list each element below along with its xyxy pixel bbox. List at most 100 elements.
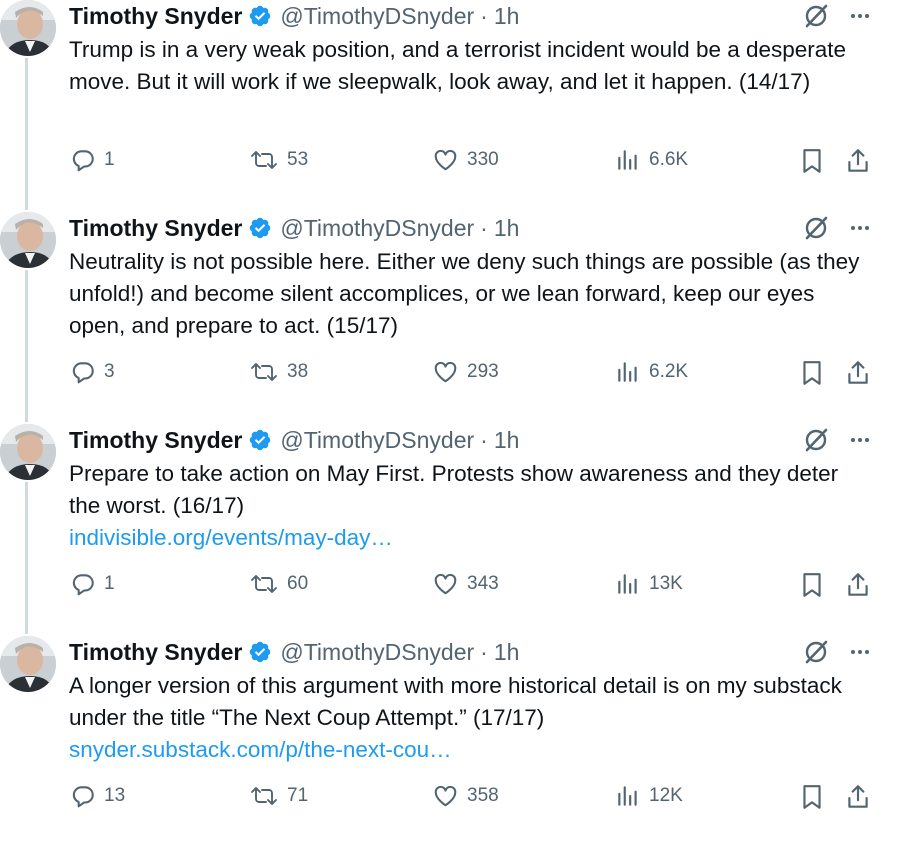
timestamp[interactable]: 1h — [494, 215, 520, 242]
avatar-photo — [0, 0, 56, 56]
grok-icon[interactable] — [802, 2, 830, 30]
views-button[interactable]: 12K — [615, 783, 683, 809]
more-icon[interactable] — [848, 216, 872, 240]
repost-count: 38 — [287, 361, 309, 382]
timestamp[interactable]: 1h — [494, 3, 520, 30]
reply-icon — [72, 150, 94, 172]
views-count: 6.6K — [649, 149, 689, 170]
avatar[interactable] — [0, 424, 56, 480]
reply-button[interactable]: 1 — [70, 571, 115, 597]
avatar-photo — [0, 424, 56, 480]
tweet-body: Neutrality is not possible here. Either … — [69, 249, 860, 338]
share-button[interactable] — [845, 783, 871, 811]
tweet[interactable]: Timothy Snyder @TimothyDSnyder · 1h — [0, 212, 904, 424]
views-button[interactable]: 13K — [615, 571, 683, 597]
share-icon — [848, 785, 868, 808]
like-count: 358 — [467, 785, 499, 806]
share-button[interactable] — [845, 359, 871, 387]
bookmark-icon — [803, 361, 821, 385]
bookmark-button[interactable] — [799, 571, 825, 599]
tweet-header: Timothy Snyder @TimothyDSnyder · 1h — [69, 636, 519, 668]
views-count: 6.2K — [649, 361, 689, 382]
repost-button[interactable]: 53 — [249, 147, 308, 173]
avatar[interactable] — [0, 212, 56, 268]
tweet-text: Prepare to take action on May First. Pro… — [69, 458, 869, 554]
grok-icon[interactable] — [802, 638, 830, 666]
views-button[interactable]: 6.6K — [615, 147, 688, 173]
avatar[interactable] — [0, 636, 56, 692]
more-icon[interactable] — [848, 4, 872, 28]
avatar-photo — [0, 212, 56, 268]
tweet-link[interactable]: snyder.substack.com/p/the-next-cou… — [69, 734, 869, 766]
author-name[interactable]: Timothy Snyder — [69, 3, 242, 30]
timestamp[interactable]: 1h — [494, 639, 520, 666]
views-button[interactable]: 6.2K — [615, 359, 688, 385]
author-name[interactable]: Timothy Snyder — [69, 639, 242, 666]
bookmark-button[interactable] — [799, 147, 825, 175]
author-handle[interactable]: @TimothyDSnyder — [280, 427, 474, 454]
views-icon — [618, 150, 637, 170]
share-button[interactable] — [845, 147, 871, 175]
tweet-link[interactable]: indivisible.org/events/may-day… — [69, 522, 869, 554]
bookmark-button[interactable] — [799, 359, 825, 387]
like-button[interactable]: 358 — [432, 783, 499, 809]
author-name[interactable]: Timothy Snyder — [69, 427, 242, 454]
reply-button[interactable]: 13 — [70, 783, 125, 809]
bookmark-icon — [803, 149, 821, 173]
reply-button[interactable]: 3 — [70, 359, 115, 385]
share-icon — [848, 573, 868, 596]
separator-dot: · — [480, 214, 488, 241]
verified-badge-icon — [248, 216, 272, 240]
more-icon[interactable] — [848, 640, 872, 664]
tweet-header: Timothy Snyder @TimothyDSnyder · 1h — [69, 212, 519, 244]
separator-dot: · — [480, 2, 488, 29]
reply-icon — [72, 362, 94, 384]
author-name[interactable]: Timothy Snyder — [69, 215, 242, 242]
like-count: 343 — [467, 573, 499, 594]
like-button[interactable]: 343 — [432, 571, 499, 597]
tweet-text: A longer version of this argument with m… — [69, 670, 869, 766]
like-button[interactable]: 330 — [432, 147, 499, 173]
tweet[interactable]: Timothy Snyder @TimothyDSnyder · 1h — [0, 424, 904, 636]
share-icon — [848, 149, 868, 172]
views-icon — [618, 362, 637, 382]
like-button[interactable]: 293 — [432, 359, 499, 385]
repost-icon — [251, 363, 277, 381]
repost-button[interactable]: 60 — [249, 571, 308, 597]
grok-icon[interactable] — [802, 426, 830, 454]
author-handle[interactable]: @TimothyDSnyder — [280, 215, 474, 242]
reply-count: 13 — [104, 785, 126, 806]
share-button[interactable] — [845, 571, 871, 599]
repost-count: 71 — [287, 785, 309, 806]
tweet-body: Trump is in a very weak position, and a … — [69, 37, 847, 94]
repost-button[interactable]: 71 — [249, 783, 308, 809]
author-handle[interactable]: @TimothyDSnyder — [280, 3, 474, 30]
tweet-actions: 1 53 330 6.6K — [0, 147, 904, 179]
avatar-photo — [0, 636, 56, 692]
share-icon — [848, 361, 868, 384]
bookmark-button[interactable] — [799, 783, 825, 811]
tweet[interactable]: Timothy Snyder @TimothyDSnyder · 1h — [0, 0, 904, 212]
more-icon[interactable] — [848, 428, 872, 452]
tweet-top-actions — [802, 2, 872, 30]
tweet[interactable]: Timothy Snyder @TimothyDSnyder · 1h — [0, 636, 904, 848]
views-icon — [618, 786, 637, 806]
verified-badge-icon — [248, 4, 272, 28]
author-handle[interactable]: @TimothyDSnyder — [280, 639, 474, 666]
like-icon — [434, 361, 457, 383]
avatar[interactable] — [0, 0, 56, 56]
like-count: 293 — [467, 361, 499, 382]
grok-icon[interactable] — [802, 214, 830, 242]
repost-count: 53 — [287, 149, 309, 170]
repost-count: 60 — [287, 573, 309, 594]
reply-icon — [72, 786, 94, 808]
tweet-actions: 13 71 358 12K — [0, 783, 904, 815]
reply-count: 1 — [104, 149, 115, 170]
reply-button[interactable]: 1 — [70, 147, 115, 173]
separator-dot: · — [480, 426, 488, 453]
tweet-body: A longer version of this argument with m… — [69, 673, 842, 730]
repost-button[interactable]: 38 — [249, 359, 308, 385]
timestamp[interactable]: 1h — [494, 427, 520, 454]
reply-count: 3 — [104, 361, 115, 382]
repost-icon — [251, 575, 277, 593]
